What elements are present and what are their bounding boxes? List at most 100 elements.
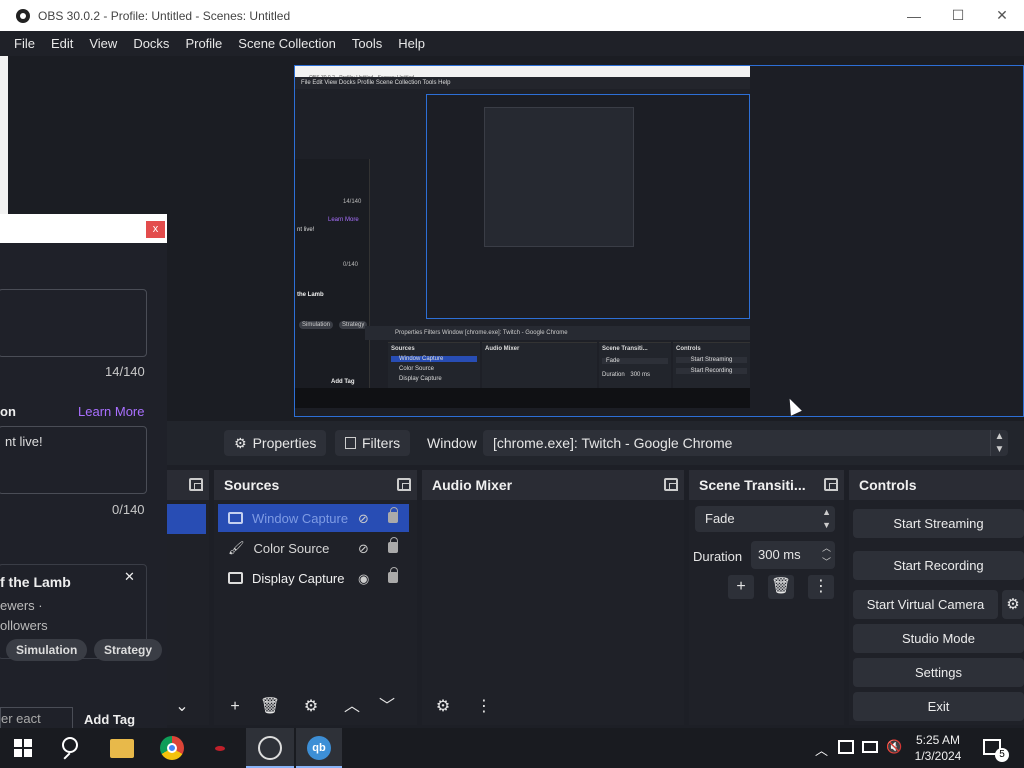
network-icon[interactable] <box>862 741 878 753</box>
remove-source-button[interactable]: 🗑 <box>257 695 283 719</box>
nested-taskbar <box>295 388 750 408</box>
eye-hidden-icon[interactable]: ⊘ <box>358 541 369 557</box>
nested-duration: Duration 300 ms <box>602 372 668 378</box>
audio-menu-button[interactable]: ⋮ <box>471 695 497 719</box>
sources-dock: Sources Window Capture ⊘ 🖌 Color Source … <box>214 470 417 725</box>
nested-tag-strategy: Strategy <box>339 321 368 329</box>
category-followers: ollowers <box>0 618 48 633</box>
obs-logo-icon <box>16 8 30 23</box>
chrome-icon[interactable] <box>160 736 184 760</box>
search-icon[interactable] <box>60 736 84 760</box>
nested-learn-more: Learn More <box>328 217 359 223</box>
source-item-window-capture[interactable]: Window Capture ⊘ <box>218 504 409 532</box>
lock-icon[interactable] <box>388 567 398 583</box>
volume-muted-icon[interactable]: 🔇 <box>886 739 902 755</box>
menu-view[interactable]: View <box>81 36 125 51</box>
eye-hidden-icon[interactable]: ⊘ <box>358 511 369 527</box>
notification-label: on <box>0 404 16 419</box>
nested-preview-inner <box>484 107 634 247</box>
minimize-button[interactable]: — <box>892 0 936 31</box>
notification-input[interactable]: nt live! <box>0 426 147 494</box>
category-close-icon[interactable]: ✕ <box>124 569 135 585</box>
stream-info-header <box>0 214 167 243</box>
lock-icon[interactable] <box>388 537 398 553</box>
virtual-camera-settings-icon[interactable]: ⚙ <box>1002 590 1024 619</box>
menu-tools[interactable]: Tools <box>344 36 390 51</box>
qbittorrent-taskbar-item[interactable]: qb <box>296 728 342 768</box>
scene-transitions-dock: Scene Transiti... Fade ▲ ▼ Duration 300 m… <box>689 470 844 725</box>
chevron-updown-icon[interactable]: ︿ ﹀ <box>822 541 831 569</box>
title-input[interactable] <box>0 289 147 357</box>
tag-simulation[interactable]: Simulation <box>6 639 88 661</box>
nested-toolbar: Properties Filters Window [chrome.exe]: … <box>365 326 750 340</box>
nested-sources-title: Sources <box>391 346 415 352</box>
source-item-display-capture[interactable]: Display Capture ◉ <box>218 564 409 592</box>
settings-button[interactable]: Settings <box>853 658 1024 687</box>
add-transition-button[interactable]: + <box>728 575 754 599</box>
dock-float-icon[interactable] <box>189 478 203 491</box>
filters-button[interactable]: Filters <box>335 430 411 456</box>
app-red-icon[interactable] <box>208 736 232 760</box>
scene-down-button[interactable]: ⌄ <box>169 695 195 719</box>
add-tag-button[interactable]: Add Tag <box>76 710 143 729</box>
menu-edit[interactable]: Edit <box>43 36 81 51</box>
maximize-button[interactable]: ☐ <box>936 0 980 31</box>
eye-icon[interactable]: ◉ <box>358 571 369 587</box>
nested-fade: Fade <box>602 358 668 364</box>
obs-icon <box>258 736 282 760</box>
obs-taskbar-item[interactable] <box>246 728 294 768</box>
add-source-button[interactable]: + <box>222 695 248 719</box>
transition-select[interactable]: Fade ▲ ▼ <box>695 506 835 532</box>
menu-help[interactable]: Help <box>390 36 433 51</box>
taskbar-clock[interactable]: 5:25 AM 1/3/2024 <box>904 732 972 764</box>
nested-titlebar: OBS 30.0.2 - Profile: Untitled - Scenes:… <box>295 66 750 81</box>
remove-transition-button[interactable]: 🗑 <box>768 575 794 599</box>
dock-float-icon[interactable] <box>664 478 678 491</box>
menu-file[interactable]: File <box>0 36 43 51</box>
dock-float-icon[interactable] <box>824 478 838 491</box>
menu-docks[interactable]: Docks <box>125 36 177 51</box>
move-source-down-button[interactable]: ﹀ <box>374 695 400 719</box>
properties-button[interactable]: ⚙ Properties <box>224 430 327 456</box>
lock-icon[interactable] <box>388 507 398 523</box>
nested-ctrl-2: Start Recording <box>676 368 747 374</box>
tag-input[interactable]: er eact <box>0 707 73 730</box>
move-source-up-button[interactable]: ︿ <box>339 695 365 719</box>
tag-strategy[interactable]: Strategy <box>94 639 163 661</box>
nested-count2: 0/140 <box>343 262 359 268</box>
menu-scene-collection[interactable]: Scene Collection <box>230 36 344 51</box>
start-streaming-button[interactable]: Start Streaming <box>853 509 1024 538</box>
start-virtual-camera-button[interactable]: Start Virtual Camera <box>853 590 998 619</box>
transition-select-value: Fade <box>705 511 735 526</box>
learn-more-link[interactable]: Learn More <box>78 404 144 419</box>
nested-preview <box>426 94 750 319</box>
nested-count1: 14/140 <box>343 199 362 205</box>
brush-icon: 🖌 <box>228 540 245 555</box>
nested-duration-label: Duration <box>602 372 625 378</box>
stream-info-close-button[interactable]: x <box>146 221 165 238</box>
window-select[interactable]: [chrome.exe]: Twitch - Google Chrome ▲ ▼ <box>483 430 1008 456</box>
chevron-up-icon[interactable]: ︿ <box>815 740 828 759</box>
scene-item-selected[interactable] <box>167 504 206 534</box>
security-icon[interactable] <box>838 740 854 754</box>
source-properties-button[interactable]: ⚙ <box>298 695 324 719</box>
source-item-color-source[interactable]: 🖌 Color Source ⊘ <box>218 534 409 562</box>
windows-start-icon[interactable] <box>14 739 32 757</box>
file-explorer-icon[interactable] <box>110 739 134 758</box>
studio-mode-button[interactable]: Studio Mode <box>853 624 1024 653</box>
nested-add-tag: Add Tag <box>331 379 355 385</box>
nested-ctrl-1: Start Streaming <box>676 357 747 363</box>
exit-button[interactable]: Exit <box>853 692 1024 721</box>
duration-spinbox[interactable]: 300 ms ︿ ﹀ <box>751 541 835 569</box>
audio-mixer-body: ⚙ ⋮ <box>422 500 684 725</box>
start-recording-button[interactable]: Start Recording <box>853 551 1024 580</box>
audio-settings-button[interactable]: ⚙ <box>430 695 456 719</box>
transition-menu-button[interactable]: ⋮ <box>808 575 834 599</box>
close-button[interactable]: ✕ <box>980 0 1024 31</box>
window-controls: — ☐ ✕ <box>892 0 1024 31</box>
dock-float-icon[interactable] <box>397 478 411 491</box>
controls-title: Controls <box>859 477 917 493</box>
stream-info-panel: x 14/140 on Learn More nt live! 0/140 f … <box>0 214 167 730</box>
nested-source-3: Display Capture <box>399 376 442 382</box>
menu-profile[interactable]: Profile <box>177 36 230 51</box>
